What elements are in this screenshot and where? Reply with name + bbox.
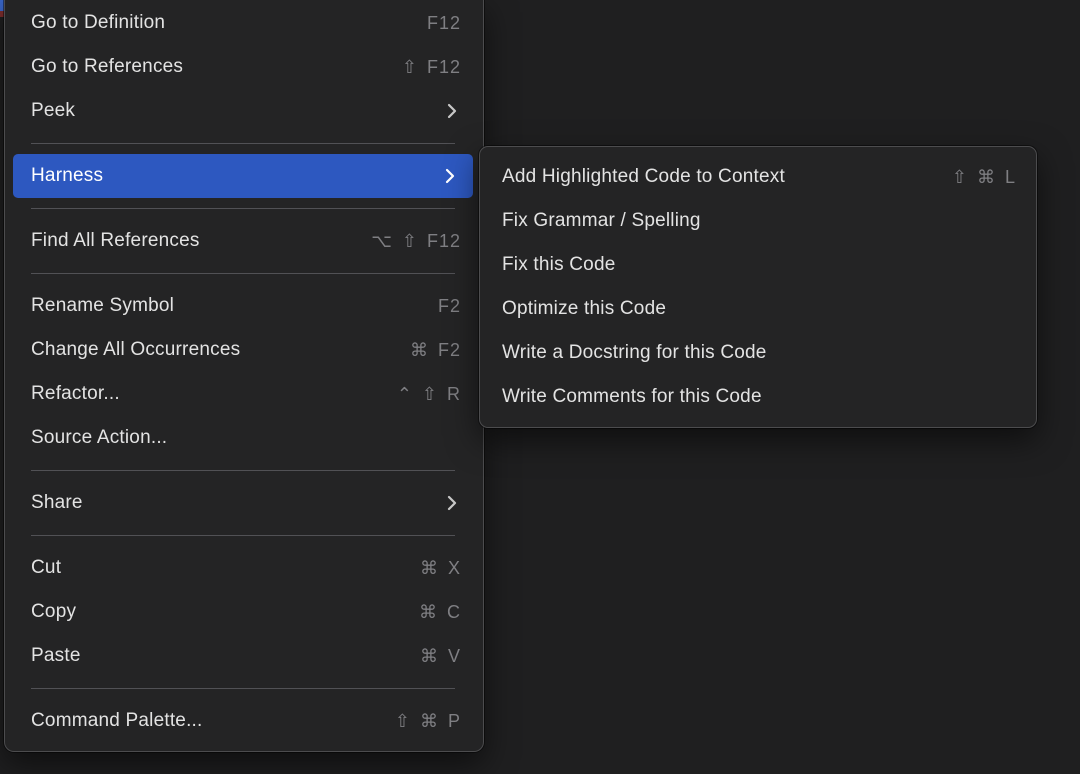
- shortcut-hint: ⌘ V: [420, 646, 461, 667]
- chevron-right-icon: [447, 103, 457, 119]
- shortcut-hint: ⇧ ⌘ P: [395, 711, 461, 732]
- menu-item-label: Add Highlighted Code to Context: [502, 166, 952, 188]
- menu-separator: [31, 688, 455, 689]
- menu-item-go-to-references[interactable]: Go to References ⇧ F12: [5, 45, 483, 89]
- menu-item-label: Copy: [31, 601, 419, 623]
- menu-item-refactor[interactable]: Refactor... ⌃ ⇧ R: [5, 372, 483, 416]
- menu-item-change-all-occurrences[interactable]: Change All Occurrences ⌘ F2: [5, 328, 483, 372]
- menu-item-label: Peek: [31, 100, 447, 122]
- shortcut-hint: ⌘ C: [419, 602, 461, 623]
- menu-item-peek[interactable]: Peek: [5, 89, 483, 133]
- menu-separator: [31, 535, 455, 536]
- shortcut-hint: ⇧ F12: [402, 57, 461, 78]
- submenu-item-fix-this-code[interactable]: Fix this Code: [480, 243, 1036, 287]
- submenu-item-add-highlighted-code-to-context[interactable]: Add Highlighted Code to Context ⇧ ⌘ L: [480, 155, 1036, 199]
- menu-item-label: Change All Occurrences: [31, 339, 410, 361]
- submenu-item-write-comments-for-this-code[interactable]: Write Comments for this Code: [480, 375, 1036, 419]
- chevron-right-icon: [445, 168, 455, 184]
- submenu-item-write-a-docstring-for-this-code[interactable]: Write a Docstring for this Code: [480, 331, 1036, 375]
- menu-item-label: Refactor...: [31, 383, 397, 405]
- menu-item-label: Rename Symbol: [31, 295, 438, 317]
- chevron-right-icon: [447, 495, 457, 511]
- menu-item-source-action[interactable]: Source Action...: [5, 416, 483, 460]
- menu-item-label: Write Comments for this Code: [502, 386, 1016, 408]
- shortcut-hint: F12: [427, 13, 461, 34]
- shortcut-hint: ⌃ ⇧ R: [397, 384, 461, 405]
- menu-item-label: Cut: [31, 557, 420, 579]
- menu-item-copy[interactable]: Copy ⌘ C: [5, 590, 483, 634]
- menu-item-command-palette[interactable]: Command Palette... ⇧ ⌘ P: [5, 699, 483, 743]
- menu-item-rename-symbol[interactable]: Rename Symbol F2: [5, 284, 483, 328]
- shortcut-hint: F2: [438, 296, 461, 317]
- context-menu: Go to Definition F12 Go to References ⇧ …: [4, 0, 484, 752]
- menu-item-label: Paste: [31, 645, 420, 667]
- menu-item-label: Source Action...: [31, 427, 461, 449]
- menu-item-label: Go to References: [31, 56, 402, 78]
- menu-item-label: Optimize this Code: [502, 298, 1016, 320]
- menu-item-label: Write a Docstring for this Code: [502, 342, 1016, 364]
- menu-item-cut[interactable]: Cut ⌘ X: [5, 546, 483, 590]
- shortcut-hint: ⌥ ⇧ F12: [371, 231, 461, 252]
- shortcut-hint: ⌘ F2: [410, 340, 461, 361]
- menu-item-label: Fix Grammar / Spelling: [502, 210, 1016, 232]
- menu-item-harness[interactable]: Harness: [13, 154, 473, 198]
- shortcut-hint: ⇧ ⌘ L: [952, 167, 1016, 188]
- shortcut-hint: ⌘ X: [420, 558, 461, 579]
- menu-item-label: Go to Definition: [31, 12, 427, 34]
- menu-item-label: Command Palette...: [31, 710, 395, 732]
- menu-item-label: Harness: [31, 165, 445, 187]
- submenu-item-optimize-this-code[interactable]: Optimize this Code: [480, 287, 1036, 331]
- harness-submenu: Add Highlighted Code to Context ⇧ ⌘ L Fi…: [479, 146, 1037, 428]
- menu-item-go-to-definition[interactable]: Go to Definition F12: [5, 1, 483, 45]
- menu-separator: [31, 470, 455, 471]
- menu-separator: [31, 273, 455, 274]
- menu-item-label: Find All References: [31, 230, 371, 252]
- menu-item-find-all-references[interactable]: Find All References ⌥ ⇧ F12: [5, 219, 483, 263]
- menu-item-paste[interactable]: Paste ⌘ V: [5, 634, 483, 678]
- menu-separator: [31, 208, 455, 209]
- menu-separator: [31, 143, 455, 144]
- menu-item-label: Share: [31, 492, 447, 514]
- menu-item-label: Fix this Code: [502, 254, 1016, 276]
- submenu-item-fix-grammar-spelling[interactable]: Fix Grammar / Spelling: [480, 199, 1036, 243]
- menu-item-share[interactable]: Share: [5, 481, 483, 525]
